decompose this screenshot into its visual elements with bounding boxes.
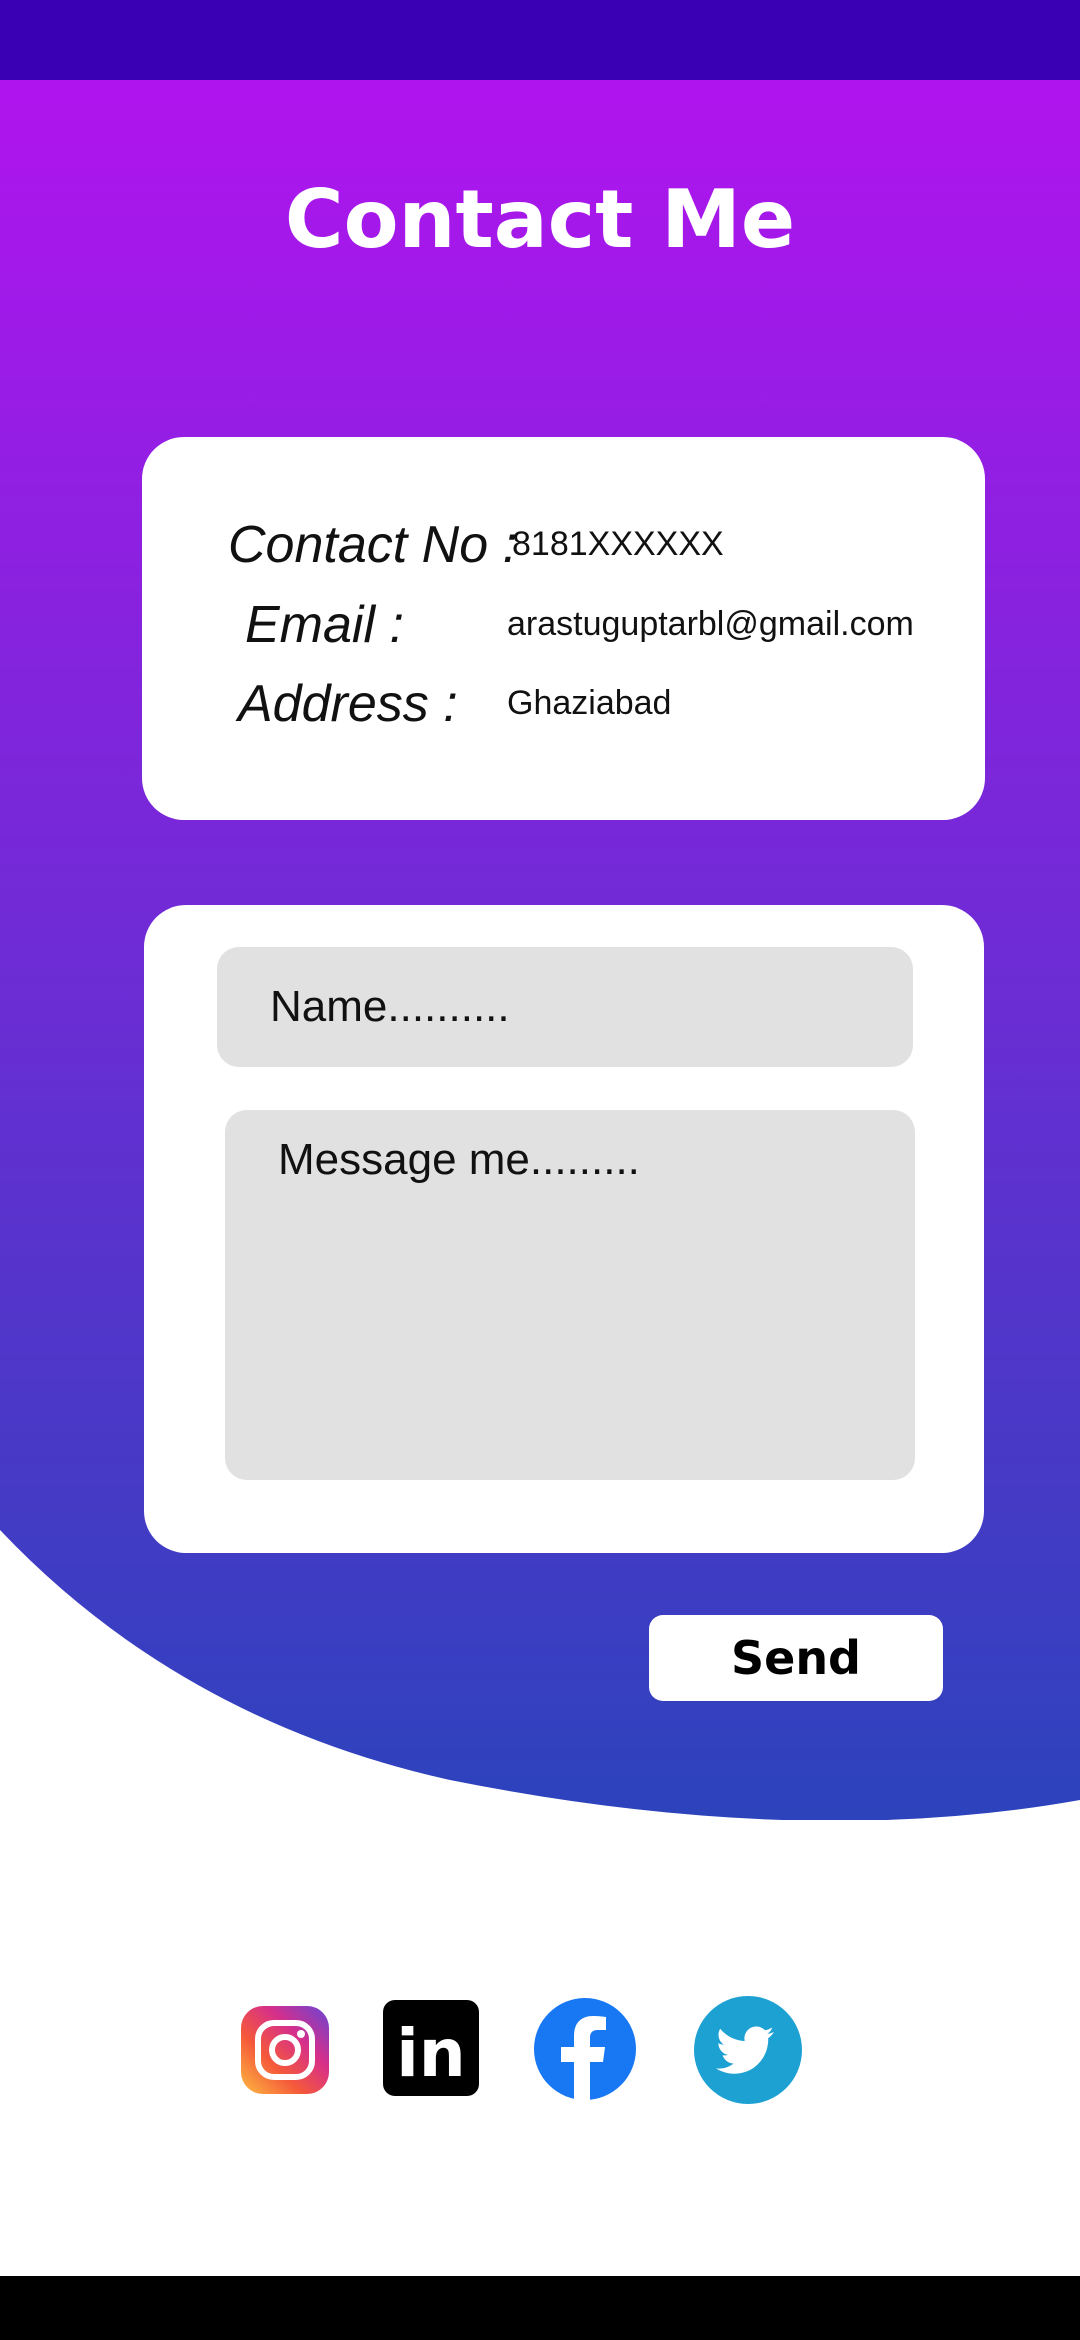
email-label: Email : (245, 596, 404, 654)
linkedin-text: in (396, 2015, 466, 2092)
address-label: Address : (238, 675, 458, 733)
twitter-icon[interactable] (694, 1996, 802, 2104)
email-value: arastuguptarbl@gmail.com (507, 605, 914, 643)
facebook-icon[interactable] (534, 1998, 636, 2100)
address-value: Ghaziabad (507, 684, 672, 722)
system-navigation-bar (0, 2276, 1080, 2340)
name-input[interactable] (217, 947, 913, 1067)
send-button[interactable]: Send (649, 1615, 943, 1701)
instagram-icon[interactable] (241, 2006, 329, 2094)
contact-form-card (144, 905, 984, 1553)
page-title: Contact Me (284, 173, 796, 266)
linkedin-icon[interactable]: in (383, 2000, 479, 2096)
contact-info-card: Contact No : 8181XXXXXX Email : arastugu… (142, 437, 985, 820)
status-bar (0, 0, 1080, 80)
message-input[interactable] (225, 1110, 915, 1480)
phone-value: 8181XXXXXX (512, 525, 724, 563)
phone-label: Contact No : (228, 516, 518, 574)
